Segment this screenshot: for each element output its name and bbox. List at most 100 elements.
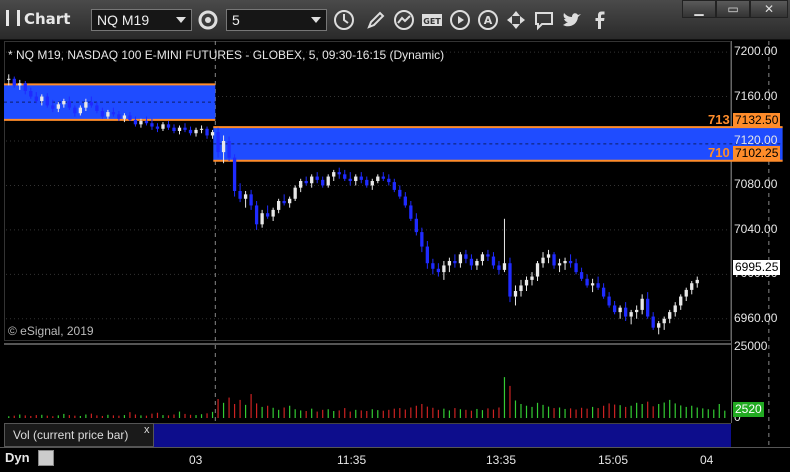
candle-body bbox=[326, 176, 330, 186]
candle-body bbox=[73, 107, 77, 114]
candle-body bbox=[210, 132, 215, 136]
candle-body bbox=[453, 261, 457, 264]
zone-top-price-box: 7132.50 bbox=[733, 113, 781, 128]
candle-body bbox=[365, 179, 369, 186]
candle-body bbox=[232, 157, 237, 191]
candle-body bbox=[646, 298, 650, 317]
candle-body bbox=[78, 107, 83, 114]
volume-study-label[interactable]: Vol (current price bar) bbox=[4, 423, 154, 447]
candle-body bbox=[183, 127, 187, 130]
candle-body bbox=[122, 115, 127, 119]
price-tick-label: 7120.00 bbox=[734, 133, 778, 147]
candle-body bbox=[475, 261, 479, 266]
time-tick-label: 15:05 bbox=[598, 453, 629, 467]
candle-body bbox=[29, 91, 33, 97]
candle-body bbox=[249, 194, 253, 206]
time-tick-label: 11:35 bbox=[337, 453, 367, 467]
volume-close-button[interactable]: x bbox=[144, 424, 150, 436]
candle-body bbox=[491, 256, 496, 266]
candle-body bbox=[409, 205, 413, 219]
candle-body bbox=[276, 201, 281, 210]
candle-body bbox=[414, 218, 418, 233]
candle-body bbox=[590, 283, 595, 286]
candle-body bbox=[315, 176, 319, 180]
candle-body bbox=[194, 129, 198, 134]
candle-body bbox=[541, 257, 545, 264]
candle-body bbox=[84, 102, 88, 108]
candle-body bbox=[662, 318, 666, 324]
candle-body bbox=[150, 123, 154, 127]
candle-body bbox=[265, 213, 270, 217]
candle-body bbox=[568, 261, 573, 264]
candle-body bbox=[684, 289, 688, 297]
price-tick-label: 7200.00 bbox=[734, 44, 778, 59]
candle-body bbox=[436, 268, 441, 273]
candle-body bbox=[144, 121, 149, 124]
candle-body bbox=[497, 265, 501, 270]
candle-body bbox=[67, 101, 71, 108]
candle-body bbox=[359, 176, 363, 180]
candle-body bbox=[601, 287, 606, 297]
candle-body bbox=[128, 115, 132, 120]
candle-body bbox=[288, 198, 292, 204]
candle-body bbox=[635, 309, 639, 313]
candle-body bbox=[304, 181, 308, 184]
candle-body bbox=[431, 263, 435, 269]
candle-body bbox=[376, 176, 380, 181]
time-axis[interactable] bbox=[0, 447, 790, 472]
chart-canvas bbox=[4, 41, 783, 447]
candle-body bbox=[23, 83, 27, 91]
candle-body bbox=[227, 141, 231, 158]
candle-body bbox=[458, 254, 463, 264]
candle-body bbox=[100, 111, 105, 117]
candle-body bbox=[188, 129, 193, 134]
candle-body bbox=[596, 283, 600, 288]
time-tick-label: 03 bbox=[189, 453, 203, 467]
last-price-box: 6995.25 bbox=[733, 260, 781, 275]
candle-body bbox=[177, 127, 182, 131]
candle-body bbox=[166, 124, 171, 128]
candle-body bbox=[387, 178, 391, 183]
candle-body bbox=[117, 114, 121, 119]
candle-body bbox=[40, 96, 44, 101]
candle-body bbox=[18, 83, 22, 86]
candle-body bbox=[640, 298, 644, 310]
candle-body bbox=[552, 254, 556, 266]
dynamic-mode-label[interactable]: Dyn bbox=[5, 450, 30, 465]
candle-body bbox=[332, 172, 336, 177]
candle-body bbox=[216, 132, 220, 153]
candle-body bbox=[486, 254, 490, 257]
link-icon[interactable] bbox=[38, 450, 54, 466]
candle-body bbox=[299, 181, 303, 188]
candle-body bbox=[381, 176, 385, 179]
candle-body bbox=[62, 101, 66, 105]
candle-body bbox=[260, 213, 264, 225]
candle-body bbox=[673, 305, 677, 313]
candle-body bbox=[447, 261, 452, 266]
candle-body bbox=[161, 124, 165, 129]
candle-body bbox=[398, 189, 402, 197]
candle-body bbox=[695, 279, 699, 284]
candle-body bbox=[508, 263, 512, 297]
candle-body bbox=[139, 121, 143, 125]
candle-body bbox=[679, 296, 683, 306]
zone-bottom-price-box: 7102.25 bbox=[733, 146, 781, 161]
candle-body bbox=[629, 312, 633, 317]
candle-body bbox=[557, 263, 562, 266]
candle-body bbox=[546, 254, 551, 258]
candle-body bbox=[442, 265, 446, 273]
candle-body bbox=[425, 246, 430, 264]
candle-body bbox=[271, 209, 275, 217]
candle-body bbox=[254, 205, 259, 225]
volume-max-tick: 25000 bbox=[734, 339, 768, 353]
candle-body bbox=[34, 96, 38, 101]
candle-body bbox=[282, 201, 286, 204]
zone-bottom-label: 710 bbox=[708, 145, 730, 160]
time-tick-label: 04 bbox=[700, 453, 714, 467]
candle-body bbox=[480, 254, 485, 261]
candle-body bbox=[89, 102, 94, 106]
candle-body bbox=[392, 182, 396, 190]
candle-body bbox=[524, 279, 529, 286]
candle-body bbox=[585, 278, 589, 286]
candle-body bbox=[469, 258, 474, 266]
